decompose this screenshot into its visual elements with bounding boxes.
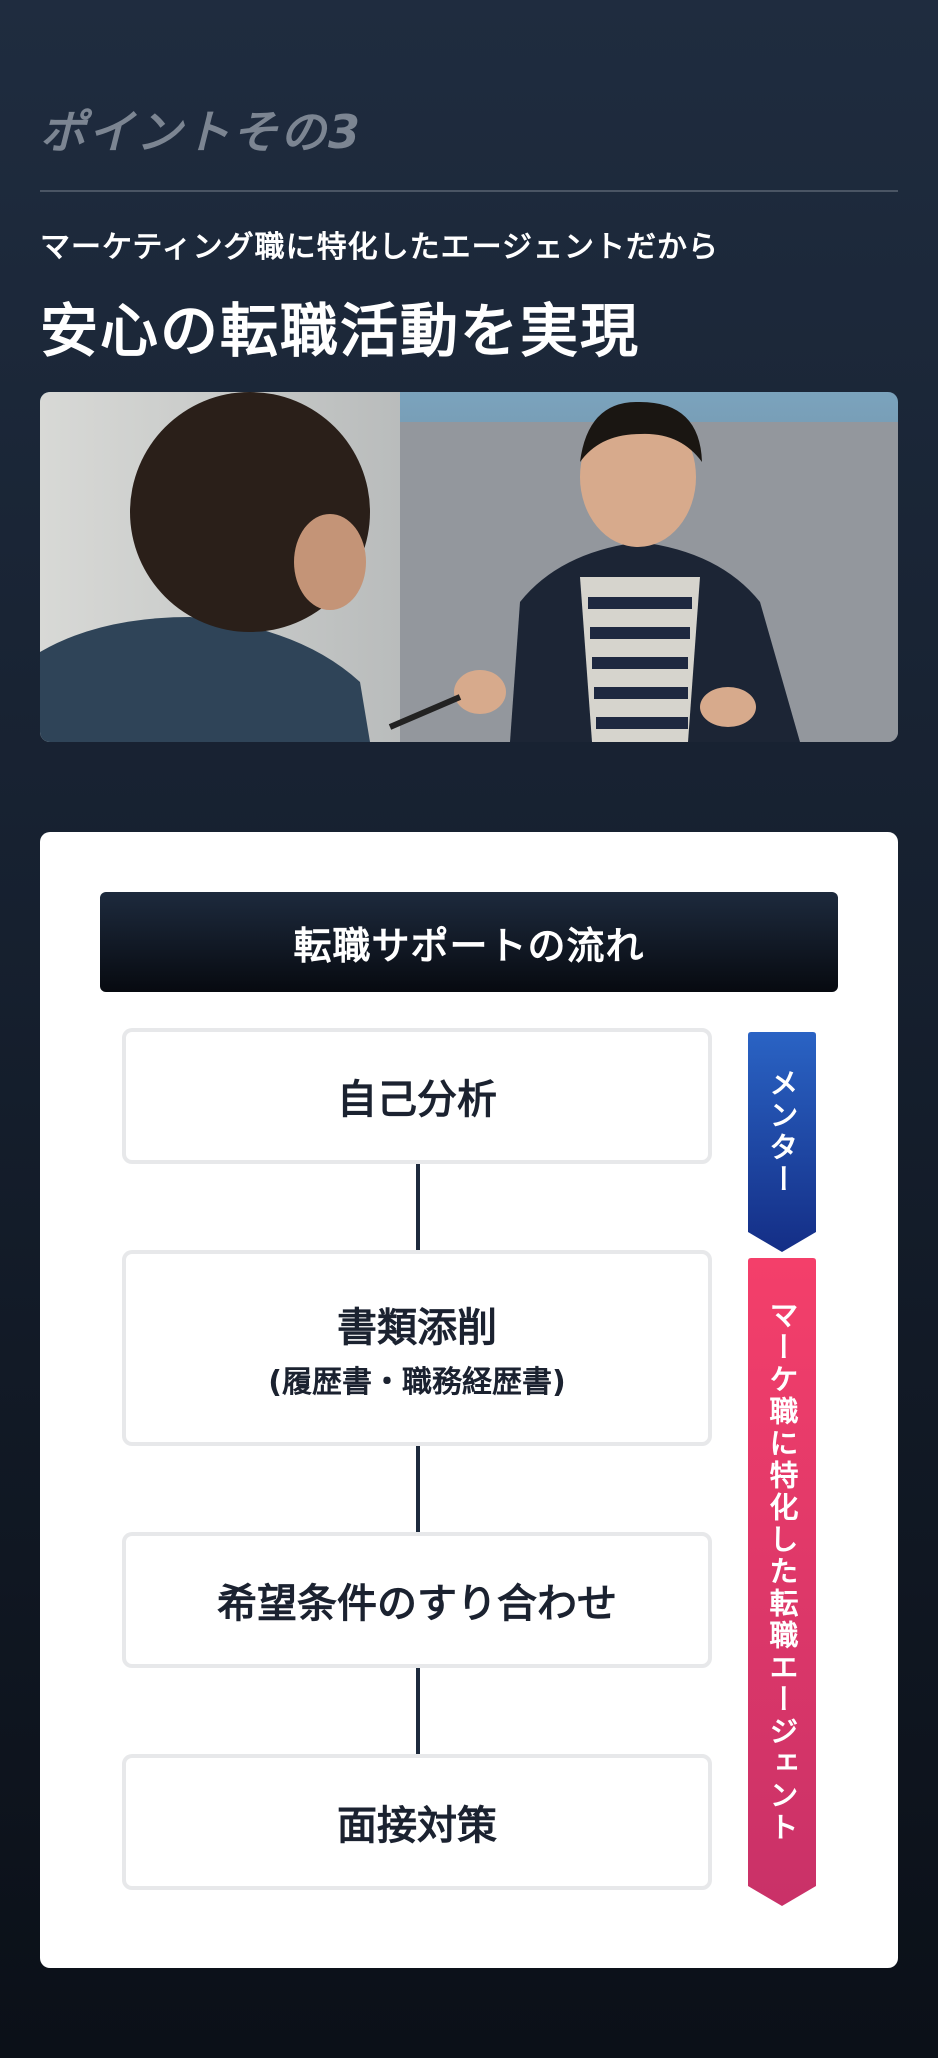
step-document-review: 書類添削 (履歴書・職務経歴書) [122,1250,712,1446]
step-connector [416,1668,420,1754]
step-label: 面接対策 [337,1803,497,1849]
page-title: 安心の転職活動を実現 [40,297,641,365]
step-connector [416,1446,420,1532]
mentor-ribbon-label: メンター [765,1068,799,1196]
point-label: ポイントその3 [40,105,363,159]
flow-card: 転職サポートの流れ 自己分析 書類添削 (履歴書・職務経歴書) 希望条件のすり合… [40,832,898,1968]
photo-illustration [40,392,898,742]
step-self-analysis: 自己分析 [122,1028,712,1164]
step-connector [416,1164,420,1250]
agent-ribbon: マーケ職に特化した転職エージェント [748,1258,816,1906]
step-label: 希望条件のすり合わせ [217,1581,617,1627]
step-label: 自己分析 [337,1077,497,1123]
step-condition-matching: 希望条件のすり合わせ [122,1532,712,1668]
agent-ribbon-label: マーケ職に特化した転職エージェント [765,1300,799,1844]
step-sublabel: (履歴書・職務経歴書) [268,1365,566,1400]
consultation-photo [40,392,898,742]
step-interview-prep: 面接対策 [122,1754,712,1890]
subtitle: マーケティング職に特化したエージェントだから [40,230,719,265]
divider-rule [40,190,898,192]
flow-header: 転職サポートの流れ [100,892,838,992]
step-label: 書類添削 [337,1305,497,1351]
mentor-ribbon: メンター [748,1032,816,1252]
